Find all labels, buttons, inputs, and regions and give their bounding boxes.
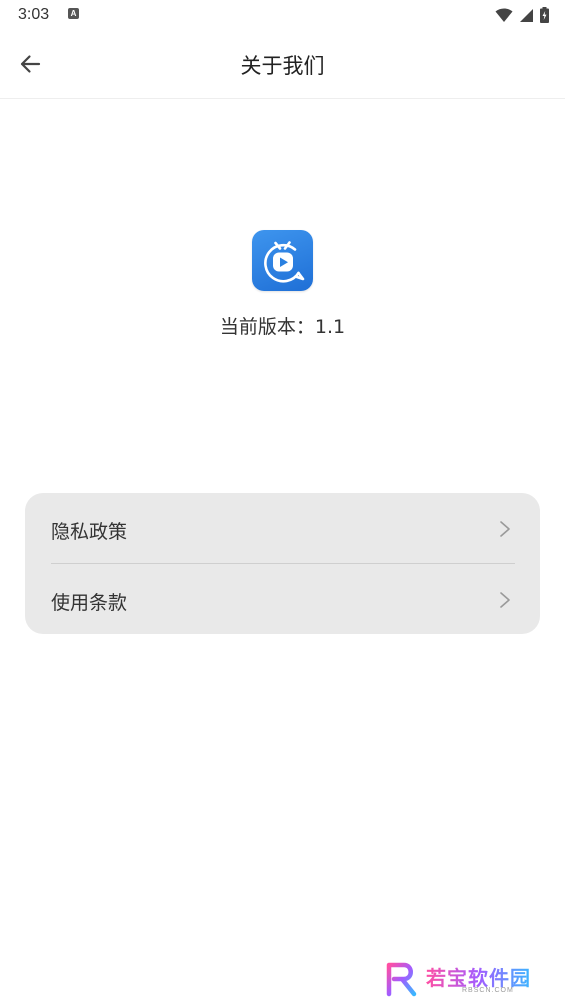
privacy-policy-label: 隐私政策 [51,521,128,543]
app-bar: 关于我们 [0,30,565,99]
status-bar: 3:03 A [0,0,565,30]
chevron-right-icon [500,521,510,537]
watermark: 若宝软件园 RBSCN.COM [384,960,549,998]
privacy-policy-item[interactable]: 隐私政策 [25,493,540,564]
terms-of-use-label: 使用条款 [51,592,128,614]
page-title: 关于我们 [240,54,325,78]
battery-icon [540,7,549,23]
status-time: 3:03 [18,6,50,23]
tv-play-icon [263,240,304,283]
chevron-right-icon [500,592,510,608]
status-icons [495,6,549,24]
version-text: 当前版本：1.1 [219,316,346,338]
notification-a-icon: A [68,8,79,19]
menu-card: 隐私政策 使用条款 [25,493,540,634]
wifi-icon [495,8,513,22]
signal-icon [520,8,533,22]
watermark-subtext: RBSCN.COM [462,987,514,994]
terms-of-use-item[interactable]: 使用条款 [25,564,540,634]
app-logo [252,230,313,291]
watermark-r-logo-icon [386,962,417,997]
